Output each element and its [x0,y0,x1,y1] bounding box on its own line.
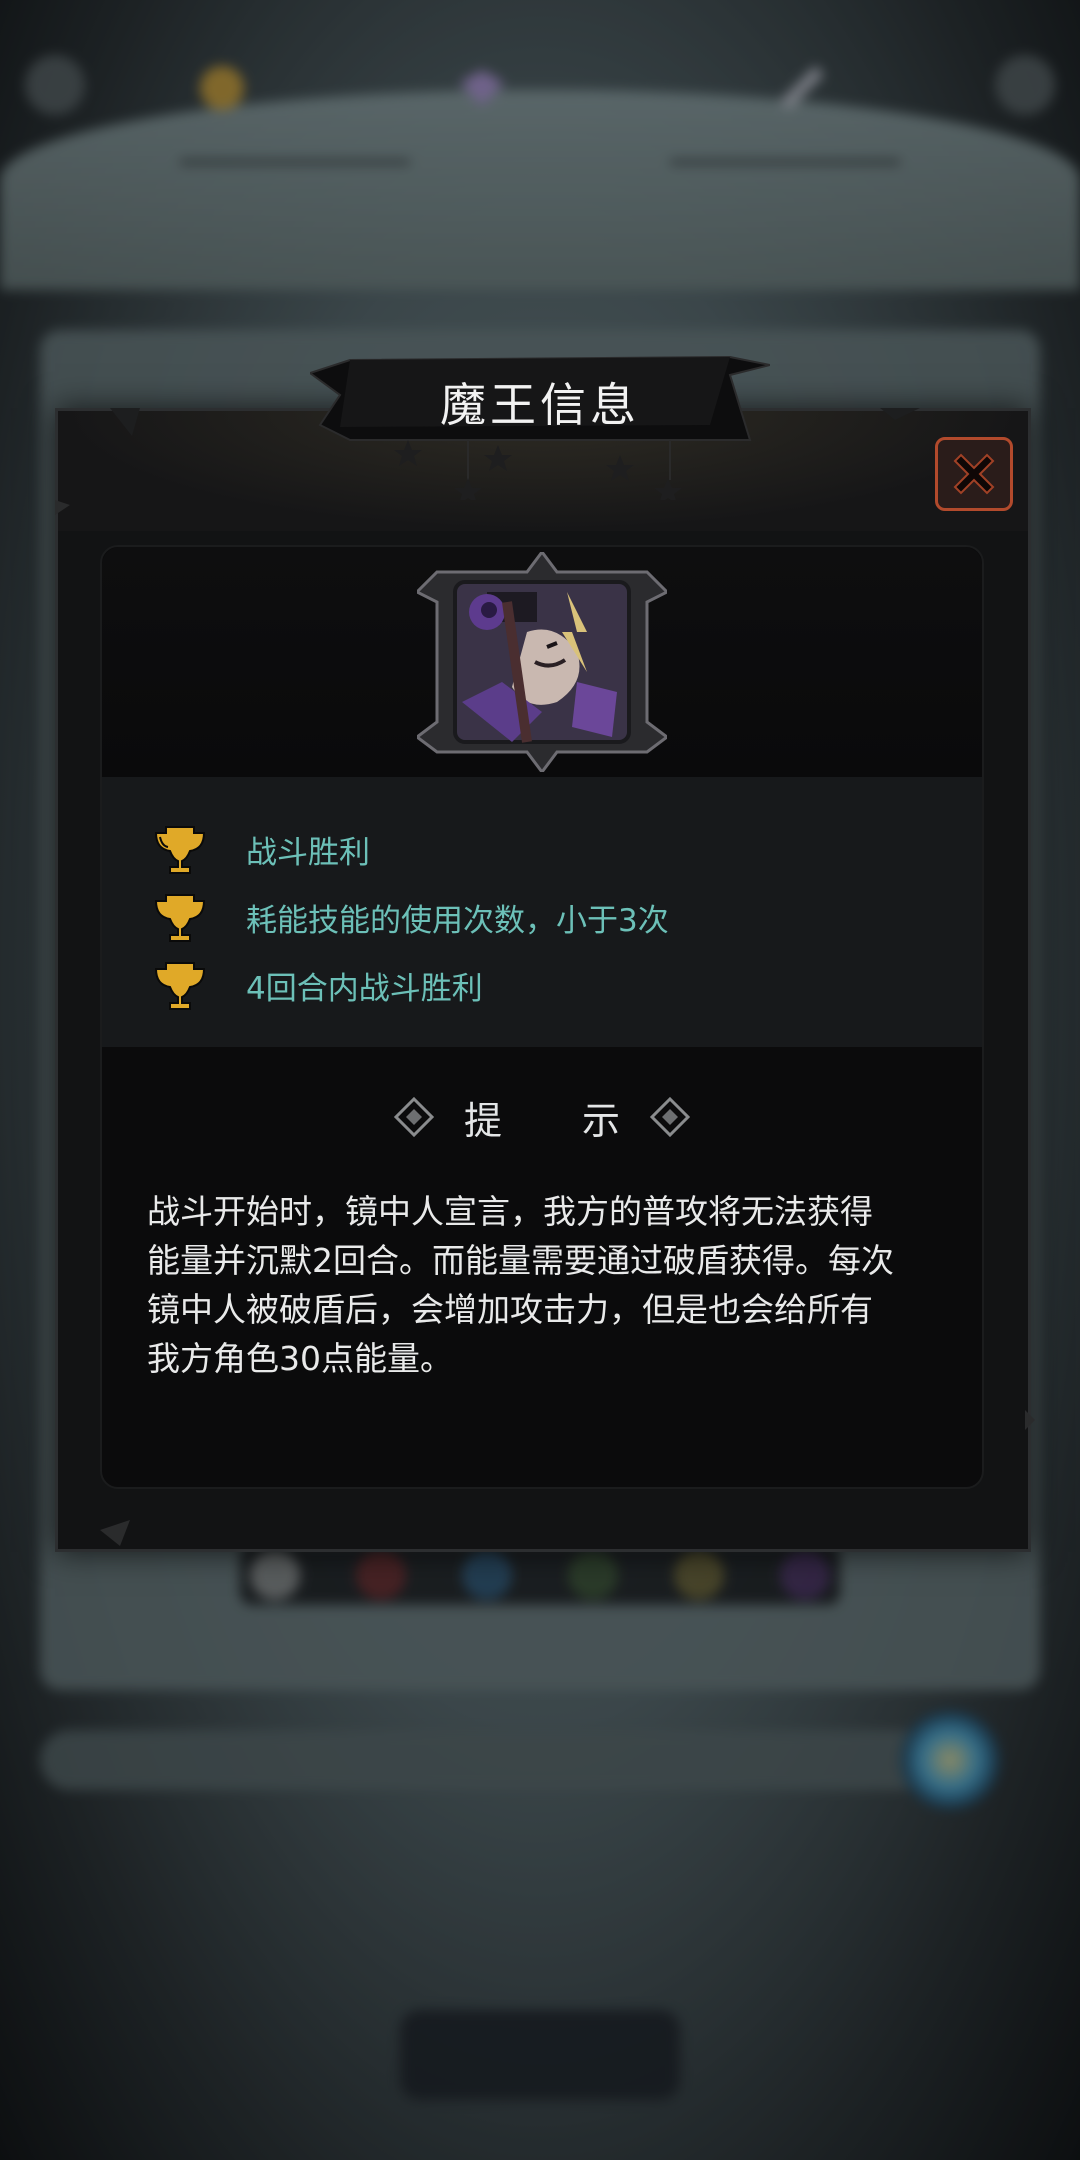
boss-info-card: 战斗胜利 耗能技能的使用次数，小于3次 4回合内战斗胜利 提 示 战斗开始时，镜… [100,545,984,1489]
tip-line: 能量并沉默2回合。而能量需要通过破盾获得。每次 [147,1241,894,1280]
tip-description: 战斗开始时，镜中人宣言，我方的普攻将无法获得 能量并沉默2回合。而能量需要通过破… [147,1187,947,1383]
goal-text: 4回合内战斗胜利 [246,970,483,1007]
boss-portrait [417,552,667,772]
modal-title: 魔王信息 [440,378,640,432]
trophy-icon [154,962,206,1010]
goal-item: 耗能技能的使用次数，小于3次 [152,892,669,942]
portrait-area [102,547,982,777]
close-x-icon [953,453,995,495]
tip-line: 镜中人被破盾后，会增加攻击力，但是也会给所有 [147,1290,873,1329]
tip-line: 战斗开始时，镜中人宣言，我方的普攻将无法获得 [147,1192,873,1231]
hanging-stars-decor [394,440,682,500]
trophy-icon [154,826,206,874]
diamond-icon [393,1097,434,1137]
tip-header: 提 示 [102,1087,982,1147]
goal-item: 战斗胜利 [152,824,370,874]
tip-line: 我方角色30点能量。 [147,1339,453,1378]
diamond-icon [650,1097,691,1137]
victory-conditions: 战斗胜利 耗能技能的使用次数，小于3次 4回合内战斗胜利 [102,777,982,1047]
tip-title: 提 示 [463,1098,655,1143]
title-banner: 魔王信息 [310,355,770,445]
close-button[interactable] [935,437,1013,511]
game-screen: 魔王信息 战斗胜利 耗能技能的使用次数，小于3次 4回合内战斗胜利 提 示 战斗… [0,0,1080,2160]
goal-item: 4回合内战斗胜利 [152,960,483,1010]
trophy-icon [154,894,206,942]
goal-text: 耗能技能的使用次数，小于3次 [246,902,669,939]
goal-text: 战斗胜利 [246,834,370,871]
